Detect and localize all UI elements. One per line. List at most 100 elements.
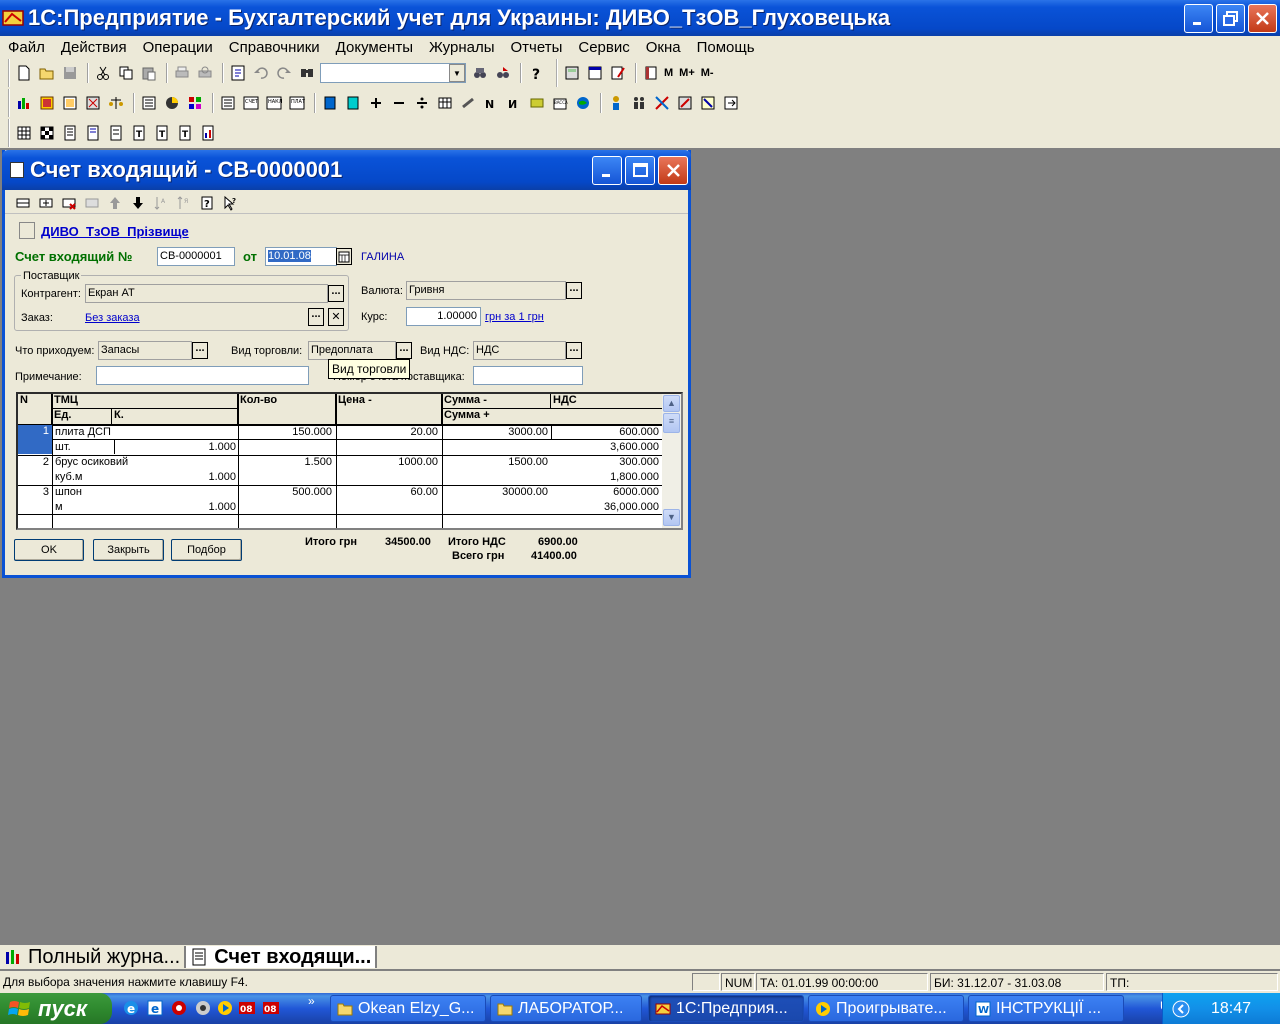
plus-icon[interactable] — [366, 93, 386, 113]
memory-button[interactable]: M — [664, 67, 673, 79]
report-chart-icon[interactable] — [198, 123, 218, 143]
open-icon[interactable] — [37, 63, 57, 83]
menu-actions[interactable]: Действия — [53, 39, 135, 56]
sort-desc-icon[interactable]: Я — [174, 194, 194, 212]
scroll-down-icon[interactable]: ▼ — [663, 509, 680, 526]
ie-alt-icon[interactable]: e — [146, 999, 164, 1017]
move-down-icon[interactable] — [128, 194, 148, 212]
report-grid-icon[interactable] — [14, 123, 34, 143]
what-select-button[interactable]: ... — [192, 342, 208, 359]
memory-minus-button[interactable]: M- — [701, 67, 714, 79]
exit-icon[interactable] — [721, 93, 741, 113]
restore-button[interactable] — [1216, 3, 1245, 33]
currency-field[interactable]: Гривня — [406, 281, 566, 300]
dt-icon[interactable]: N — [481, 93, 501, 113]
task-media-player[interactable]: Проигрывате... — [808, 995, 964, 1022]
task-instructions[interactable]: W ІНСТРУКЦІЇ ... — [968, 995, 1124, 1022]
chart-of-accounts-icon[interactable] — [14, 93, 34, 113]
worker-icon[interactable] — [606, 93, 626, 113]
find-icon[interactable] — [297, 63, 317, 83]
sort-asc-icon[interactable]: A — [151, 194, 171, 212]
date-field[interactable]: 10.01.08 — [265, 247, 337, 266]
globe-icon[interactable] — [573, 93, 593, 113]
trade-select-button[interactable]: ... — [396, 342, 412, 359]
cut-icon[interactable] — [93, 63, 113, 83]
firm-select-button[interactable] — [19, 222, 35, 239]
ok-button[interactable]: OK — [14, 539, 84, 561]
quicklaunch-more-icon[interactable]: » — [308, 994, 315, 1008]
minimize-button[interactable] — [1184, 3, 1213, 33]
vat-type-field[interactable]: НДС — [473, 341, 566, 360]
start-button[interactable]: пуск — [0, 993, 112, 1024]
calculator-icon[interactable] — [562, 63, 582, 83]
select-button[interactable]: Подбор — [171, 539, 242, 561]
search-binoculars-icon[interactable] — [470, 63, 490, 83]
journal-icon[interactable] — [60, 93, 80, 113]
eye-icon[interactable] — [194, 999, 212, 1017]
table-row[interactable]: 2 брус осиковий куб.м 1.000 1.500 1000.0… — [18, 455, 663, 485]
help-icon[interactable]: ? — [197, 194, 217, 212]
menu-help[interactable]: Помощь — [689, 39, 763, 56]
supplier-invoice-field[interactable] — [473, 366, 583, 385]
number-field[interactable]: СВ-0000001 — [157, 247, 235, 266]
table-scrollbar[interactable]: ▲ ≡ ▼ — [662, 394, 681, 528]
menu-file[interactable]: Файл — [0, 39, 53, 56]
new-icon[interactable] — [14, 63, 34, 83]
vat-type-select-button[interactable]: ... — [566, 342, 582, 359]
tray-chevron-icon[interactable] — [1171, 999, 1191, 1019]
search-next-icon[interactable] — [493, 63, 513, 83]
people-icon[interactable] — [629, 93, 649, 113]
doc-cyan-icon[interactable] — [343, 93, 363, 113]
analysis-icon[interactable] — [162, 93, 182, 113]
tools-icon[interactable] — [652, 93, 672, 113]
doc-minimize-button[interactable] — [592, 155, 622, 185]
copy-row-icon[interactable] — [82, 194, 102, 212]
add-row-icon[interactable] — [13, 194, 33, 212]
waybill-icon[interactable]: НАКЛ — [264, 93, 284, 113]
calc-doc-icon[interactable] — [228, 63, 248, 83]
move-up-icon[interactable] — [105, 194, 125, 212]
report-card-icon[interactable] — [60, 123, 80, 143]
doc-close-button[interactable] — [658, 155, 688, 185]
divide-icon[interactable] — [412, 93, 432, 113]
pointer-help-icon[interactable]: ? — [220, 194, 240, 212]
redo-icon[interactable] — [274, 63, 294, 83]
calendar-button[interactable] — [336, 248, 352, 265]
what-field[interactable]: Запасы — [98, 341, 192, 360]
media-player-icon[interactable] — [216, 999, 234, 1017]
link-icon[interactable] — [458, 93, 478, 113]
app-red-icon[interactable]: 08 — [238, 999, 256, 1017]
menu-documents[interactable]: Документы — [328, 39, 421, 56]
constants-icon[interactable] — [698, 93, 718, 113]
menu-windows[interactable]: Окна — [638, 39, 689, 56]
delete-row-icon[interactable] — [59, 194, 79, 212]
menu-operations[interactable]: Операции — [135, 39, 221, 56]
edit-icon[interactable] — [608, 63, 628, 83]
report-t3-icon[interactable]: T — [175, 123, 195, 143]
report-sheet-icon[interactable] — [83, 123, 103, 143]
print-preview-icon[interactable] — [195, 63, 215, 83]
help-icon[interactable]: ? — [526, 63, 546, 83]
money-icon[interactable] — [527, 93, 547, 113]
osv-icon[interactable] — [139, 93, 159, 113]
print-icon[interactable] — [172, 63, 192, 83]
menu-reports[interactable]: Отчеты — [503, 39, 571, 56]
entries-icon[interactable] — [83, 93, 103, 113]
kt-icon[interactable]: И — [504, 93, 524, 113]
bank-icon[interactable]: BACCA — [550, 93, 570, 113]
payment-icon[interactable]: ПЛАТ — [287, 93, 307, 113]
list-icon[interactable] — [218, 93, 238, 113]
menu-references[interactable]: Справочники — [221, 39, 328, 56]
book-blue-icon[interactable] — [320, 93, 340, 113]
copy-icon[interactable] — [116, 63, 136, 83]
scroll-thumb[interactable]: ≡ — [663, 413, 680, 433]
rate-unit-link[interactable]: грн за 1 грн — [485, 311, 544, 323]
report-checker-icon[interactable] — [37, 123, 57, 143]
order-select-button[interactable]: ... — [308, 308, 324, 326]
order-clear-button[interactable]: ✕ — [328, 308, 344, 326]
menu-journals[interactable]: Журналы — [421, 39, 503, 56]
invoice-icon[interactable]: СЧЕТ — [241, 93, 261, 113]
paste-icon[interactable] — [139, 63, 159, 83]
close-form-button[interactable]: Закрыть — [93, 539, 164, 561]
undo-icon[interactable] — [251, 63, 271, 83]
